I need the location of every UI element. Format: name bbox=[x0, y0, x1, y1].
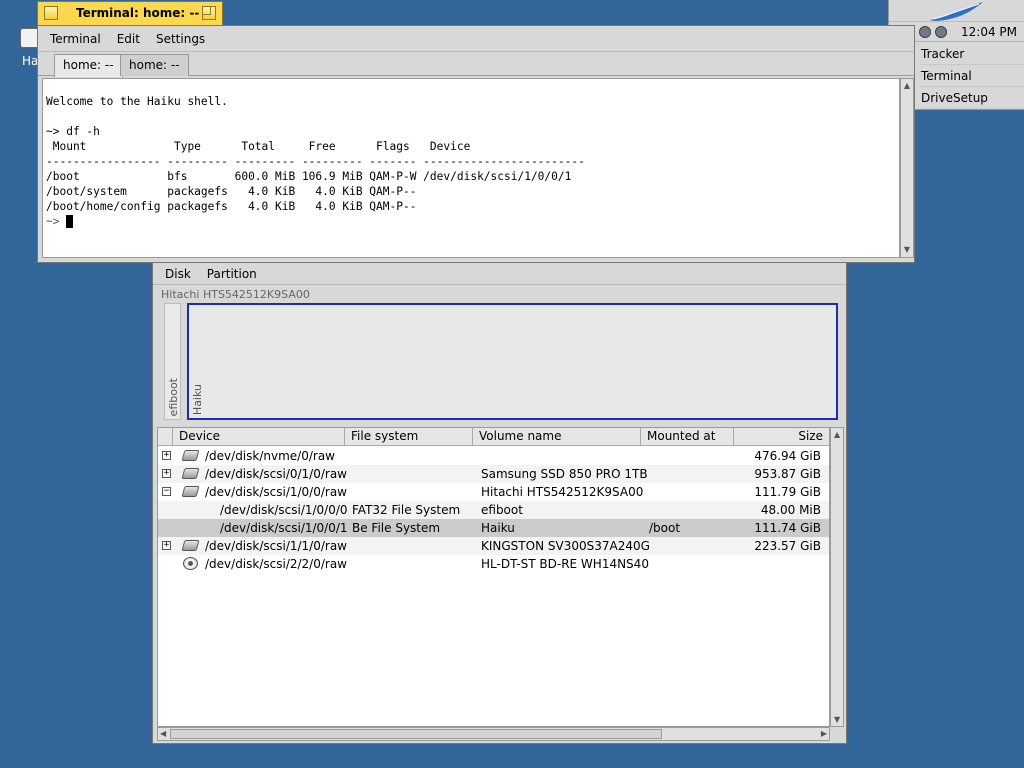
device-list[interactable]: Device File system Volume name Mounted a… bbox=[157, 427, 830, 727]
terminal-output[interactable]: Welcome to the Haiku shell. ~> df -h Mou… bbox=[42, 78, 900, 258]
scroll-left-icon[interactable]: ◀ bbox=[160, 729, 166, 738]
table-row[interactable]: /dev/disk/scsi/1/0/0/1 Be File System Haik… bbox=[158, 519, 829, 537]
table-row[interactable]: + /dev/disk/scsi/1/1/0/raw KINGSTON SV300S… bbox=[158, 537, 829, 555]
expand-icon[interactable]: + bbox=[162, 451, 171, 460]
partition-haiku-label: Haiku bbox=[191, 383, 204, 415]
zoom-button[interactable] bbox=[202, 6, 216, 20]
tab-home-1[interactable]: home: -- bbox=[54, 54, 123, 77]
drivesetup-window: Disk Partition Hitachi HTS542512K9SA00 e… bbox=[152, 262, 847, 744]
menu-partition[interactable]: Partition bbox=[199, 267, 265, 281]
tab-home-2[interactable]: home: -- bbox=[120, 54, 189, 76]
table-row[interactable]: + /dev/disk/scsi/0/1/0/raw Samsung SSD 850… bbox=[158, 465, 829, 483]
haiku-leaf-icon bbox=[929, 2, 983, 21]
terminal-prompt-line[interactable]: ~> bbox=[46, 214, 896, 229]
terminal-title-tab[interactable]: Terminal: home: -- bbox=[37, 1, 223, 25]
scroll-down-icon[interactable]: ▼ bbox=[834, 715, 840, 724]
cell-volume-name: Haiku bbox=[481, 521, 515, 535]
cell-volume-name: HL-DT-ST BD-RE WH14NS40 bbox=[481, 557, 649, 571]
terminal-menubar: Terminal Edit Settings bbox=[38, 26, 914, 52]
scroll-up-icon[interactable]: ▲ bbox=[901, 79, 913, 93]
deskbar-item-tracker[interactable]: Tracker bbox=[919, 43, 1024, 65]
col-header-size[interactable]: Size bbox=[734, 428, 829, 446]
cell-file-system: FAT32 File System bbox=[352, 503, 461, 517]
cell-device: /dev/disk/scsi/2/2/0/raw bbox=[205, 557, 347, 571]
cell-device: /dev/disk/scsi/1/0/0/0 bbox=[220, 503, 348, 517]
cell-size: 476.94 GiB bbox=[754, 449, 821, 463]
clock[interactable]: 12:04 PM bbox=[961, 25, 1017, 39]
text-cursor bbox=[66, 215, 74, 228]
cell-device: /dev/disk/scsi/1/1/0/raw bbox=[205, 539, 347, 553]
cell-volume-name: efiboot bbox=[481, 503, 523, 517]
col-header-file-system[interactable]: File system bbox=[345, 428, 473, 446]
disk-name-label: Hitachi HTS542512K9SA00 bbox=[161, 288, 310, 301]
cell-volume-name: KINGSTON SV300S37A240G bbox=[481, 539, 650, 553]
table-row[interactable]: /dev/disk/scsi/2/2/0/raw HL-DT-ST BD-RE W… bbox=[158, 555, 829, 573]
close-button[interactable] bbox=[44, 6, 58, 20]
cell-size: 111.79 GiB bbox=[754, 485, 821, 499]
expand-icon[interactable]: + bbox=[162, 469, 171, 478]
hdd-icon bbox=[181, 486, 200, 497]
cell-volume-name: Hitachi HTS542512K9SA00 bbox=[481, 485, 644, 499]
hdd-icon bbox=[181, 450, 200, 461]
drivesetup-menubar: Disk Partition bbox=[153, 263, 846, 285]
cell-size: 48.00 MiB bbox=[760, 503, 821, 517]
hdd-icon bbox=[181, 540, 200, 551]
cell-device: /dev/disk/scsi/1/0/0/raw bbox=[205, 485, 347, 499]
cell-size: 223.57 GiB bbox=[754, 539, 821, 553]
cell-file-system: Be File System bbox=[352, 521, 441, 535]
table-row[interactable]: /dev/disk/scsi/1/0/0/0 FAT32 File System e… bbox=[158, 501, 829, 519]
cell-device: /dev/disk/scsi/1/0/0/1 bbox=[220, 521, 348, 535]
menu-settings[interactable]: Settings bbox=[148, 32, 213, 46]
cd-icon bbox=[183, 557, 198, 570]
terminal-vscrollbar[interactable]: ▲ ▼ bbox=[900, 78, 914, 258]
col-header-mounted-at[interactable]: Mounted at bbox=[641, 428, 734, 446]
cell-volume-name: Samsung SSD 850 PRO 1TB bbox=[481, 467, 648, 481]
menu-terminal[interactable]: Terminal bbox=[42, 32, 109, 46]
deskbar-leaf-menu[interactable] bbox=[889, 0, 1024, 22]
col-header-volume-name[interactable]: Volume name bbox=[473, 428, 641, 446]
deskbar-item-drivesetup[interactable]: DriveSetup bbox=[919, 87, 1024, 109]
hscroll-thumb[interactable] bbox=[170, 729, 662, 739]
menu-edit[interactable]: Edit bbox=[109, 32, 148, 46]
cell-device: /dev/disk/scsi/0/1/0/raw bbox=[205, 467, 347, 481]
scroll-right-icon[interactable]: ▶ bbox=[821, 729, 827, 738]
cell-size: 953.87 GiB bbox=[754, 467, 821, 481]
collapse-icon[interactable]: − bbox=[162, 487, 171, 496]
terminal-tabbar: home: -- home: -- bbox=[38, 52, 914, 77]
prompt: ~> bbox=[46, 215, 67, 228]
col-header-device[interactable]: Device bbox=[173, 428, 345, 446]
cell-mounted-at: /boot bbox=[649, 521, 681, 535]
window-title: Terminal: home: -- bbox=[76, 6, 200, 20]
cell-size: 111.74 GiB bbox=[754, 521, 821, 535]
device-list-header: Device File system Volume name Mounted a… bbox=[158, 428, 829, 446]
cell-device: /dev/disk/nvme/0/raw bbox=[205, 449, 335, 463]
menu-disk[interactable]: Disk bbox=[157, 267, 199, 281]
tray-app-icon[interactable] bbox=[919, 26, 931, 38]
deskbar-item-terminal[interactable]: Terminal bbox=[919, 65, 1024, 87]
partition-efiboot-label: efiboot bbox=[167, 377, 180, 416]
partition-efiboot[interactable]: efiboot bbox=[164, 303, 181, 420]
header-spacer bbox=[158, 428, 173, 446]
table-row[interactable]: − /dev/disk/scsi/1/0/0/raw Hitachi HTS5425… bbox=[158, 483, 829, 501]
table-row[interactable]: + /dev/disk/nvme/0/raw 476.94 GiB bbox=[158, 447, 829, 465]
hdd-icon bbox=[181, 468, 200, 479]
device-list-vscrollbar[interactable]: ▲ ▼ bbox=[830, 427, 844, 727]
device-list-hscrollbar[interactable]: ◀ ▶ bbox=[157, 727, 830, 741]
terminal-window: Terminal Edit Settings home: -- home: --… bbox=[37, 25, 915, 263]
scroll-up-icon[interactable]: ▲ bbox=[834, 430, 840, 439]
expand-icon[interactable]: + bbox=[162, 541, 171, 550]
scroll-down-icon[interactable]: ▼ bbox=[901, 243, 913, 257]
partition-haiku[interactable]: Haiku bbox=[187, 303, 838, 420]
terminal-text: Welcome to the Haiku shell. ~> df -h Mou… bbox=[46, 95, 585, 213]
desktop-icon-label: Ha bbox=[22, 54, 39, 68]
tray-network-icon[interactable] bbox=[935, 26, 947, 38]
